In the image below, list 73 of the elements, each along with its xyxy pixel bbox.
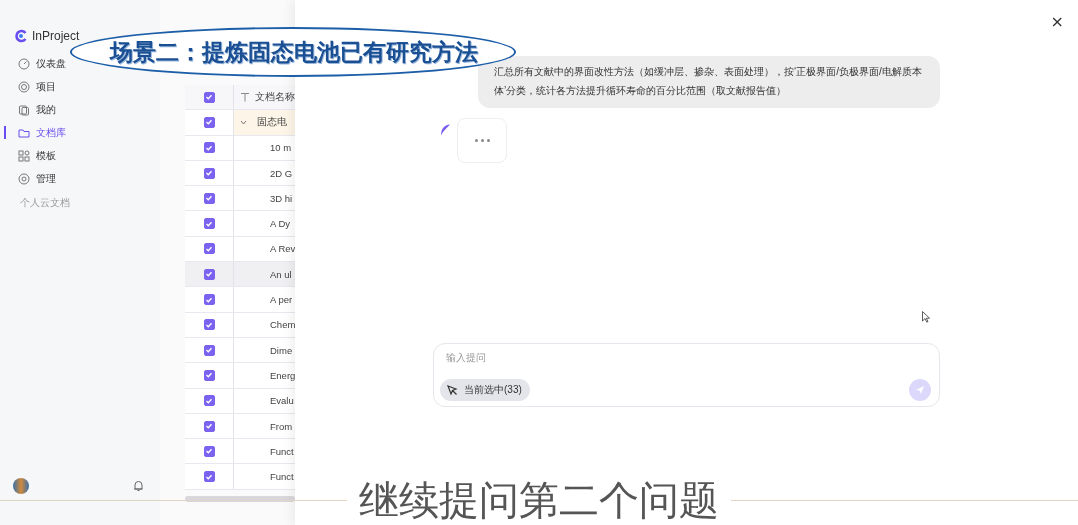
table-cell: Funct [270,471,294,483]
sidebar-item[interactable]: 项目 [0,75,56,98]
close-button[interactable]: × [1046,14,1068,30]
table-cell: From [270,420,293,432]
checkbox[interactable] [203,243,215,255]
checkmark-icon [205,244,213,253]
logo-icon [14,29,28,43]
table-cell: 10 m [270,142,292,154]
avatar[interactable] [13,478,29,494]
checkmark-icon [205,270,213,279]
cursor-icon [447,384,458,396]
column-header[interactable]: 文档名称 [255,90,295,105]
send-icon [915,385,925,395]
checkmark-icon [205,346,213,355]
library-icon [18,126,30,139]
checkmark-icon [205,93,213,102]
checkbox[interactable] [203,471,215,483]
template-icon [18,149,30,162]
table-cell: 2D G [270,167,293,179]
mouse-pointer-icon [922,311,930,323]
group-label: 固态电 [257,115,287,130]
text-type-icon [240,92,250,103]
checkmark-icon [205,295,213,304]
checkbox[interactable] [203,167,215,179]
sidebar-item[interactable]: 我的 [0,98,56,121]
checkmark-icon [205,472,213,481]
checkmark-icon [205,143,213,152]
table-cell: Chem [270,319,295,331]
checkbox[interactable] [203,395,215,407]
checkmark-icon [205,447,213,456]
checkmark-icon [205,118,213,127]
checkbox[interactable] [203,268,215,280]
sidebar-item[interactable]: 文档库 [0,121,66,144]
checkbox[interactable] [203,294,215,305]
checkbox[interactable] [203,344,215,356]
checkbox[interactable] [203,420,215,432]
section-label: 个人云文档 [19,196,70,210]
table-cell: A per [270,294,293,305]
sidebar-item[interactable]: 管理 [0,167,56,190]
checkbox[interactable] [203,142,215,154]
checkbox[interactable] [203,369,215,381]
checkmark-icon [205,371,213,380]
selection-chip[interactable]: 当前选中(33) [440,379,530,401]
project-icon [18,80,30,93]
question-input[interactable]: 输入提问 [440,352,931,363]
feather-icon [440,124,451,136]
checkbox[interactable] [203,192,215,204]
table-cell: A Rev [270,243,295,255]
user-message: 汇总所有文献中的界面改性方法（如缓冲层、掺杂、表面处理），按‘正极界面/负极界面/电解质本体’分类，统计各方法提升循环寿命的百分比范围（取文献报告值） [478,56,940,108]
checkbox[interactable] [203,116,215,128]
checkbox[interactable] [203,218,215,230]
admin-icon [18,172,30,185]
chevron-icon[interactable] [240,119,247,125]
checkmark-icon [205,396,213,405]
table-cell: Evalu [270,395,294,407]
checkmark-icon [205,194,213,203]
dashboard-icon [18,57,30,70]
table-cell: Energ [270,369,295,381]
checkbox[interactable] [203,319,215,331]
checkmark-icon [205,169,213,178]
table-cell: An ul [270,268,292,280]
table-cell: Funct [270,445,294,457]
table-cell: Dime [270,344,293,356]
sidebar-item[interactable]: 仪表盘 [0,52,66,75]
table-cell: A Dy [270,218,291,230]
checkmark-icon [205,219,213,228]
checkmark-icon [205,320,213,329]
checkmark-icon [205,422,213,430]
sidebar-item[interactable]: 模板 [0,144,56,167]
checkbox[interactable] [203,91,215,103]
table-cell: 3D hi [270,192,293,204]
bell-icon[interactable] [133,480,144,492]
checkbox[interactable] [203,445,215,457]
